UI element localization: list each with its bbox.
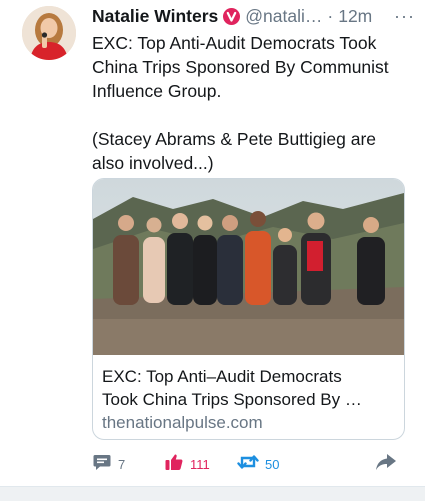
reply-icon — [92, 452, 112, 477]
card-title[interactable]: EXC: Top Anti–Audit Democrats — [102, 365, 397, 388]
like-icon — [164, 452, 184, 477]
share-icon — [375, 452, 397, 477]
like-count: 111 — [190, 456, 210, 472]
verified-badge-icon — [223, 7, 241, 25]
next-tweet-divider — [0, 486, 425, 501]
retweet-button[interactable]: 50 — [237, 452, 279, 476]
retweet-count: 50 — [265, 456, 280, 472]
more-options-icon[interactable]: ··· — [394, 6, 415, 27]
tweet-header: Natalie Winters @natali… · 12m ··· — [92, 4, 415, 28]
like-button[interactable]: 111 — [164, 452, 210, 476]
separator-dot: · — [327, 5, 334, 26]
avatar[interactable] — [22, 6, 76, 60]
tweet[interactable]: Natalie Winters @natali… · 12m ··· EXC: … — [0, 0, 425, 486]
tweet-text: EXC: Top Anti-Audit Democrats Took China… — [92, 31, 412, 175]
reply-button[interactable]: 7 — [92, 452, 125, 476]
tweet-text-line-2: (Stacey Abrams & Pete Buttigieg are also… — [92, 129, 377, 173]
timestamp[interactable]: 12m — [338, 6, 372, 27]
link-card[interactable]: EXC: Top Anti–Audit Democrats Took China… — [92, 178, 405, 440]
action-bar: 7 111 50 — [92, 452, 402, 476]
author-handle[interactable]: @natali… — [245, 6, 322, 27]
card-domain[interactable]: thenationalpulse.com — [102, 412, 263, 434]
card-title-continued[interactable]: Took China Trips Sponsored By … — [102, 388, 397, 411]
retweet-icon — [237, 452, 259, 477]
share-button[interactable] — [375, 452, 397, 476]
card-image[interactable] — [93, 179, 404, 355]
author-name[interactable]: Natalie Winters — [92, 6, 218, 27]
reply-count: 7 — [118, 456, 126, 472]
tweet-text-line-1: EXC: Top Anti-Audit Democrats Took China… — [92, 33, 389, 101]
